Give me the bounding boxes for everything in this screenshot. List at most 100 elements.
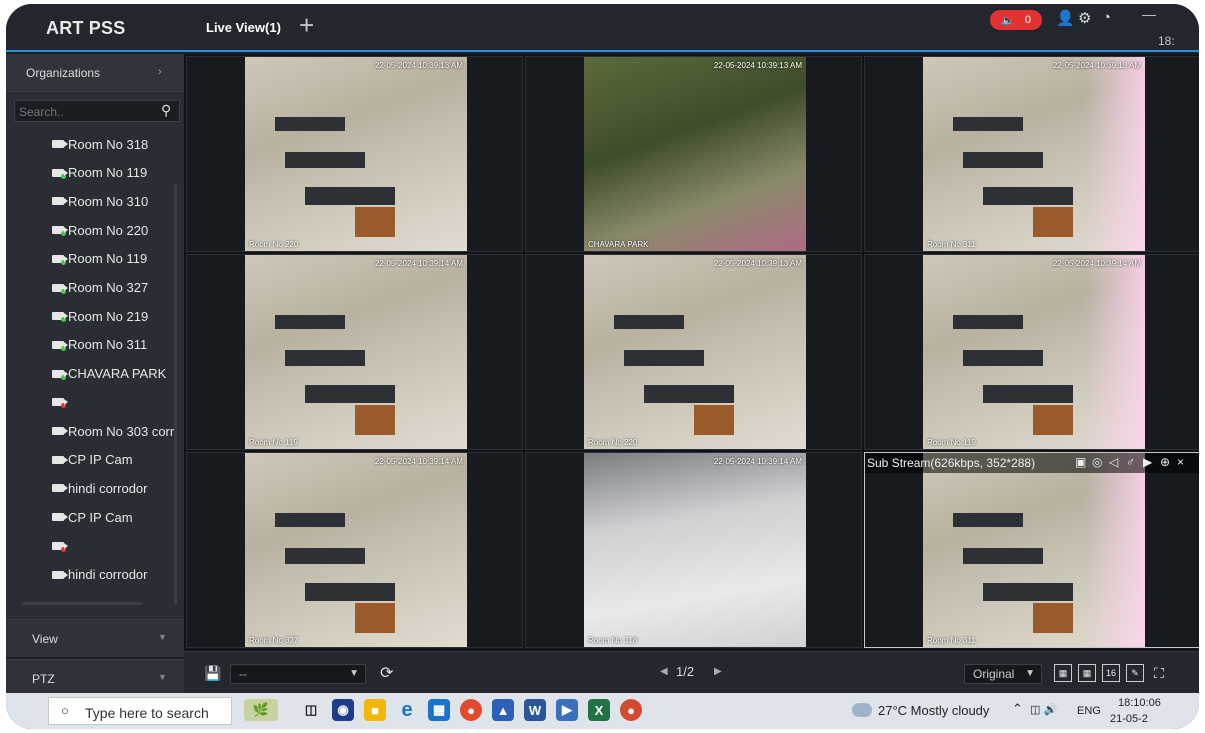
playback-icon[interactable]: ▶ xyxy=(1143,455,1152,469)
performance-gauge-icon[interactable]: ◔ xyxy=(1102,9,1111,26)
language-indicator[interactable]: ENG xyxy=(1077,705,1101,717)
scale-select[interactable]: Original ▼ xyxy=(964,664,1042,684)
page-prev-icon[interactable]: ◀ xyxy=(660,666,668,677)
video-camera-label: Room No 220 xyxy=(249,240,299,249)
word-icon[interactable]: W xyxy=(524,699,546,721)
video-cell[interactable]: 22-05-2024 10:39:13 AM Room No 220 xyxy=(525,254,862,450)
layout-4-icon[interactable]: ▦ xyxy=(1054,664,1072,682)
camera-feed: 22-05-2024 10:39:14 AM Room No 119 xyxy=(923,255,1145,449)
video-camera-label: Room No 220 xyxy=(588,438,638,447)
camera-icon xyxy=(52,541,68,552)
microphone-icon[interactable]: ♂ xyxy=(1126,455,1135,469)
record-icon[interactable]: ▣ xyxy=(1075,455,1086,469)
layout-16-button[interactable]: 16 xyxy=(1102,664,1120,682)
tab-live-view[interactable]: Live View(1) xyxy=(206,20,281,35)
video-cell[interactable]: 22-05-2024 10:39:14 AM Room No 119 xyxy=(864,254,1199,450)
minimize-icon[interactable]: — xyxy=(1142,6,1156,22)
device-item[interactable]: Room No 119 xyxy=(52,163,176,183)
page-next-icon[interactable]: ▶ xyxy=(714,666,722,677)
device-item[interactable]: Room No 219 xyxy=(52,306,176,326)
chevron-down-icon: ▼ xyxy=(158,632,167,642)
video-cell[interactable]: 22-05-2024 10:39:13 AM Room No 220 xyxy=(186,56,523,252)
alarm-badge[interactable]: 🔈 0 xyxy=(990,10,1042,30)
device-item[interactable]: CP IP Cam xyxy=(52,507,176,527)
gear-icon[interactable]: ⚙ xyxy=(1078,9,1091,27)
video-cell[interactable]: Room No 311 Sub Stream(626kbps, 352*288) ▣… xyxy=(864,452,1199,648)
camera-icon xyxy=(52,455,68,464)
task-view-icon[interactable]: ◫ xyxy=(300,699,322,721)
device-label: Room No 220 xyxy=(68,222,149,238)
custom-layout-icon[interactable]: ✎ xyxy=(1126,664,1144,682)
device-item[interactable]: Room No 311 xyxy=(52,335,176,355)
internet-explorer-icon[interactable]: e xyxy=(396,699,418,721)
device-item[interactable]: CHAVARA PARK xyxy=(52,364,176,384)
video-cell[interactable]: 22-05-2024 10:39:14 AM Room No 119 xyxy=(186,254,523,450)
windows-taskbar: ○ Type here to search 🌿 ◫ ◉ ■ e ▦ ● ▲ W … xyxy=(6,693,1199,729)
audio-icon[interactable]: ◁ xyxy=(1109,455,1118,469)
video-cell[interactable]: 22-05-2024 10:39:13 AM Room No 311 xyxy=(864,56,1199,252)
organizations-header[interactable]: Organizations › xyxy=(6,54,184,92)
device-item[interactable]: Room No 303 corr xyxy=(52,421,176,441)
snapshot-icon[interactable]: ◎ xyxy=(1092,455,1102,469)
view-select[interactable]: -- ▼ xyxy=(230,664,366,684)
device-item[interactable]: Room No 220 xyxy=(52,220,176,240)
video-cell[interactable]: 22-05-2024 10:39:14 AM Room No 318 xyxy=(525,452,862,648)
video-cell[interactable]: 22-05-2024 10:39:14 AM Room No 327 xyxy=(186,452,523,648)
taskbar-date[interactable]: 21-05-2 xyxy=(1110,713,1148,725)
video-cell[interactable]: 22-05-2024 10:39:13 AM CHAVARA PARK xyxy=(525,56,862,252)
device-item[interactable] xyxy=(52,392,176,412)
search-icon[interactable]: ⚲ xyxy=(161,102,171,119)
desk-shape xyxy=(983,583,1073,601)
device-item[interactable]: hindi corrodor xyxy=(52,478,176,498)
device-search-input[interactable] xyxy=(19,104,149,120)
weather-text[interactable]: 27°C Mostly cloudy xyxy=(878,703,989,718)
plant-decoration-icon[interactable]: 🌿 xyxy=(244,699,278,721)
camera-feed: 22-05-2024 10:39:14 AM Room No 327 xyxy=(245,453,467,647)
video-timestamp: 22-05-2024 10:39:14 AM xyxy=(374,457,463,466)
desk-shape xyxy=(305,583,395,601)
taskbar-time[interactable]: 18:10:06 xyxy=(1118,697,1161,709)
desk-shape xyxy=(644,385,734,403)
device-item[interactable] xyxy=(52,536,176,556)
network-volume-icon[interactable]: ◫ 🔊 xyxy=(1030,703,1057,716)
refresh-icon[interactable]: ⟳ xyxy=(380,663,393,683)
tray-expand-icon[interactable]: ⌃ xyxy=(1012,701,1023,717)
file-explorer-icon[interactable]: ■ xyxy=(364,699,386,721)
chrome-icon[interactable]: ● xyxy=(460,699,482,721)
device-item[interactable]: Room No 119 xyxy=(52,249,176,269)
online-status-dot xyxy=(61,345,66,351)
view-section[interactable]: View ▼ xyxy=(6,619,184,657)
dropdown-arrow-icon: ▼ xyxy=(349,668,359,679)
device-item[interactable]: Room No 318 xyxy=(52,134,176,154)
save-view-icon[interactable]: 💾 xyxy=(204,665,221,682)
close-icon[interactable]: × xyxy=(1177,455,1184,469)
camera-icon xyxy=(52,140,68,148)
camera-feed: 22-05-2024 10:39:13 AM Room No 220 xyxy=(245,57,467,251)
weather-cloud-icon[interactable] xyxy=(852,703,872,717)
ptz-section[interactable]: PTZ ▼ xyxy=(6,659,184,693)
device-tree-scrollbar[interactable] xyxy=(174,184,177,604)
chrome-profile-icon[interactable]: ● xyxy=(620,699,642,721)
device-tree-hscrollbar[interactable] xyxy=(22,602,142,605)
device-item[interactable]: Room No 327 xyxy=(52,278,176,298)
taskbar-search-placeholder: Type here to search xyxy=(85,705,209,721)
fullscreen-icon[interactable]: ⛶ xyxy=(1150,664,1168,682)
offline-status-dot xyxy=(61,403,66,409)
app-logo: ART PSS xyxy=(46,18,126,38)
device-item[interactable]: Room No 310 xyxy=(52,191,176,211)
store-icon[interactable]: ▦ xyxy=(428,699,450,721)
smart-pss-app-icon[interactable]: ◉ xyxy=(332,699,354,721)
camera-icon xyxy=(52,427,68,435)
light-glare xyxy=(1085,57,1145,251)
device-item[interactable]: hindi corrodor xyxy=(52,565,176,585)
excel-icon[interactable]: X xyxy=(588,699,610,721)
user-icon[interactable]: 👤 xyxy=(1056,9,1075,27)
zoom-icon[interactable]: ⊕ xyxy=(1160,455,1170,469)
taskbar-search[interactable]: ○ Type here to search xyxy=(48,697,232,725)
camera-feed: 22-05-2024 10:39:13 AM Room No 311 xyxy=(923,57,1145,251)
layout-9-icon[interactable]: ▦ xyxy=(1078,664,1096,682)
add-tab-button[interactable]: + xyxy=(299,12,314,38)
remote-app-icon[interactable]: ▲ xyxy=(492,699,514,721)
media-app-icon[interactable]: ▶ xyxy=(556,699,578,721)
device-item[interactable]: CP IP Cam xyxy=(52,450,176,470)
